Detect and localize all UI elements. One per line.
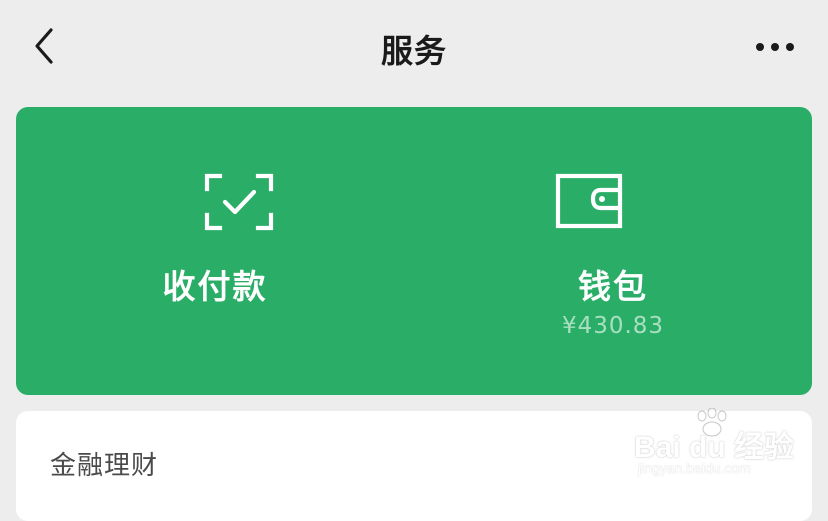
watermark-url: jingyan.baidu.com: [638, 460, 751, 476]
pay-receive-button[interactable]: 收付款: [16, 107, 414, 395]
baidu-jingyan-watermark: Bai du 经验 jingyan.baidu.com: [634, 408, 804, 488]
pay-receive-label: 收付款: [162, 267, 268, 306]
top-bar: 服务: [0, 0, 828, 94]
wallet-icon: [555, 173, 623, 229]
wallet-label: 钱包: [578, 267, 648, 306]
page-title: 服务: [380, 32, 447, 70]
section-title: 金融理财: [50, 451, 159, 481]
scan-check-icon: [204, 173, 274, 231]
more-horizontal-icon: [756, 43, 794, 51]
more-options-button[interactable]: [752, 30, 798, 64]
wallet-button[interactable]: 钱包 ¥430.83: [414, 107, 812, 395]
wallet-card: 收付款 钱包 ¥430.83: [16, 107, 812, 395]
wallet-balance: ¥430.83: [561, 313, 665, 339]
